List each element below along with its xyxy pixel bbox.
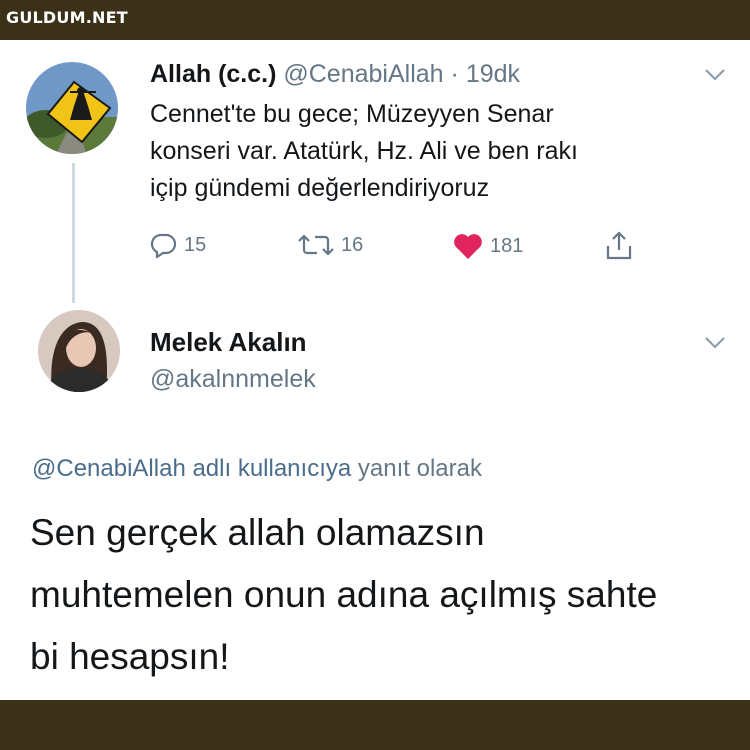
replying-to: @CenabiAllah adlı kullanıcıya yanıt olar… — [32, 455, 482, 483]
footer-bar — [0, 700, 750, 750]
avatar-image — [26, 62, 118, 154]
chevron-down-icon[interactable] — [704, 336, 726, 350]
tweet-text-line: konseri var. Atatürk, Hz. Ali ve ben rak… — [150, 137, 578, 165]
watermark-bar: GULDUM.NET — [0, 0, 750, 40]
author-name[interactable]: Allah (c.c.) — [150, 60, 276, 88]
reply-text-line: Sen gerçek allah olamazsın — [30, 512, 485, 553]
reply-author-handle[interactable]: @akalnnmelek — [150, 365, 316, 394]
replying-to-suffix: yanıt olarak — [357, 455, 482, 482]
share-button[interactable] — [603, 230, 635, 262]
avatar[interactable] — [26, 62, 118, 154]
site-watermark: GULDUM.NET — [6, 8, 128, 27]
retweet-icon — [298, 234, 334, 256]
separator: · — [450, 60, 459, 88]
retweet-count: 16 — [341, 233, 364, 256]
heart-icon — [454, 234, 482, 259]
retweet-button[interactable]: 16 — [297, 232, 363, 258]
reply-author-name[interactable]: Melek Akalın — [150, 327, 307, 358]
share-icon — [606, 231, 632, 260]
chevron-down-icon[interactable] — [704, 68, 726, 82]
tweet-screenshot: Allah (c.c.) @CenabiAllah · 19dk Cennet'… — [0, 40, 750, 700]
like-count: 181 — [490, 234, 524, 257]
reply-text-line: muhtemelen onun adına açılmış sahte — [30, 574, 658, 615]
avatar[interactable] — [38, 310, 120, 392]
thread-connector — [72, 163, 75, 303]
tweet-text-line: içip gündemi değerlendiriyoruz — [150, 174, 490, 202]
reply-icon — [150, 233, 177, 258]
replying-to-mention[interactable]: @CenabiAllah adlı kullanıcıya — [32, 455, 351, 482]
tweet-header: Allah (c.c.) @CenabiAllah · 19dk — [150, 60, 520, 89]
reply-text: Sen gerçek allah olamazsın muhtemelen on… — [30, 502, 730, 688]
tweet-time[interactable]: 19dk — [466, 60, 520, 88]
reply-count: 15 — [184, 233, 207, 256]
author-handle[interactable]: @CenabiAllah — [283, 60, 443, 88]
avatar-image — [38, 310, 120, 392]
like-button[interactable]: 181 — [452, 232, 523, 260]
tweet-text: Cennet'te bu gece; Müzeyyen Senar konser… — [150, 96, 710, 207]
reply-text-line: bi hesapsın! — [30, 636, 230, 677]
tweet-text-line: Cennet'te bu gece; Müzeyyen Senar — [150, 100, 554, 128]
reply-button[interactable]: 15 — [150, 232, 206, 258]
